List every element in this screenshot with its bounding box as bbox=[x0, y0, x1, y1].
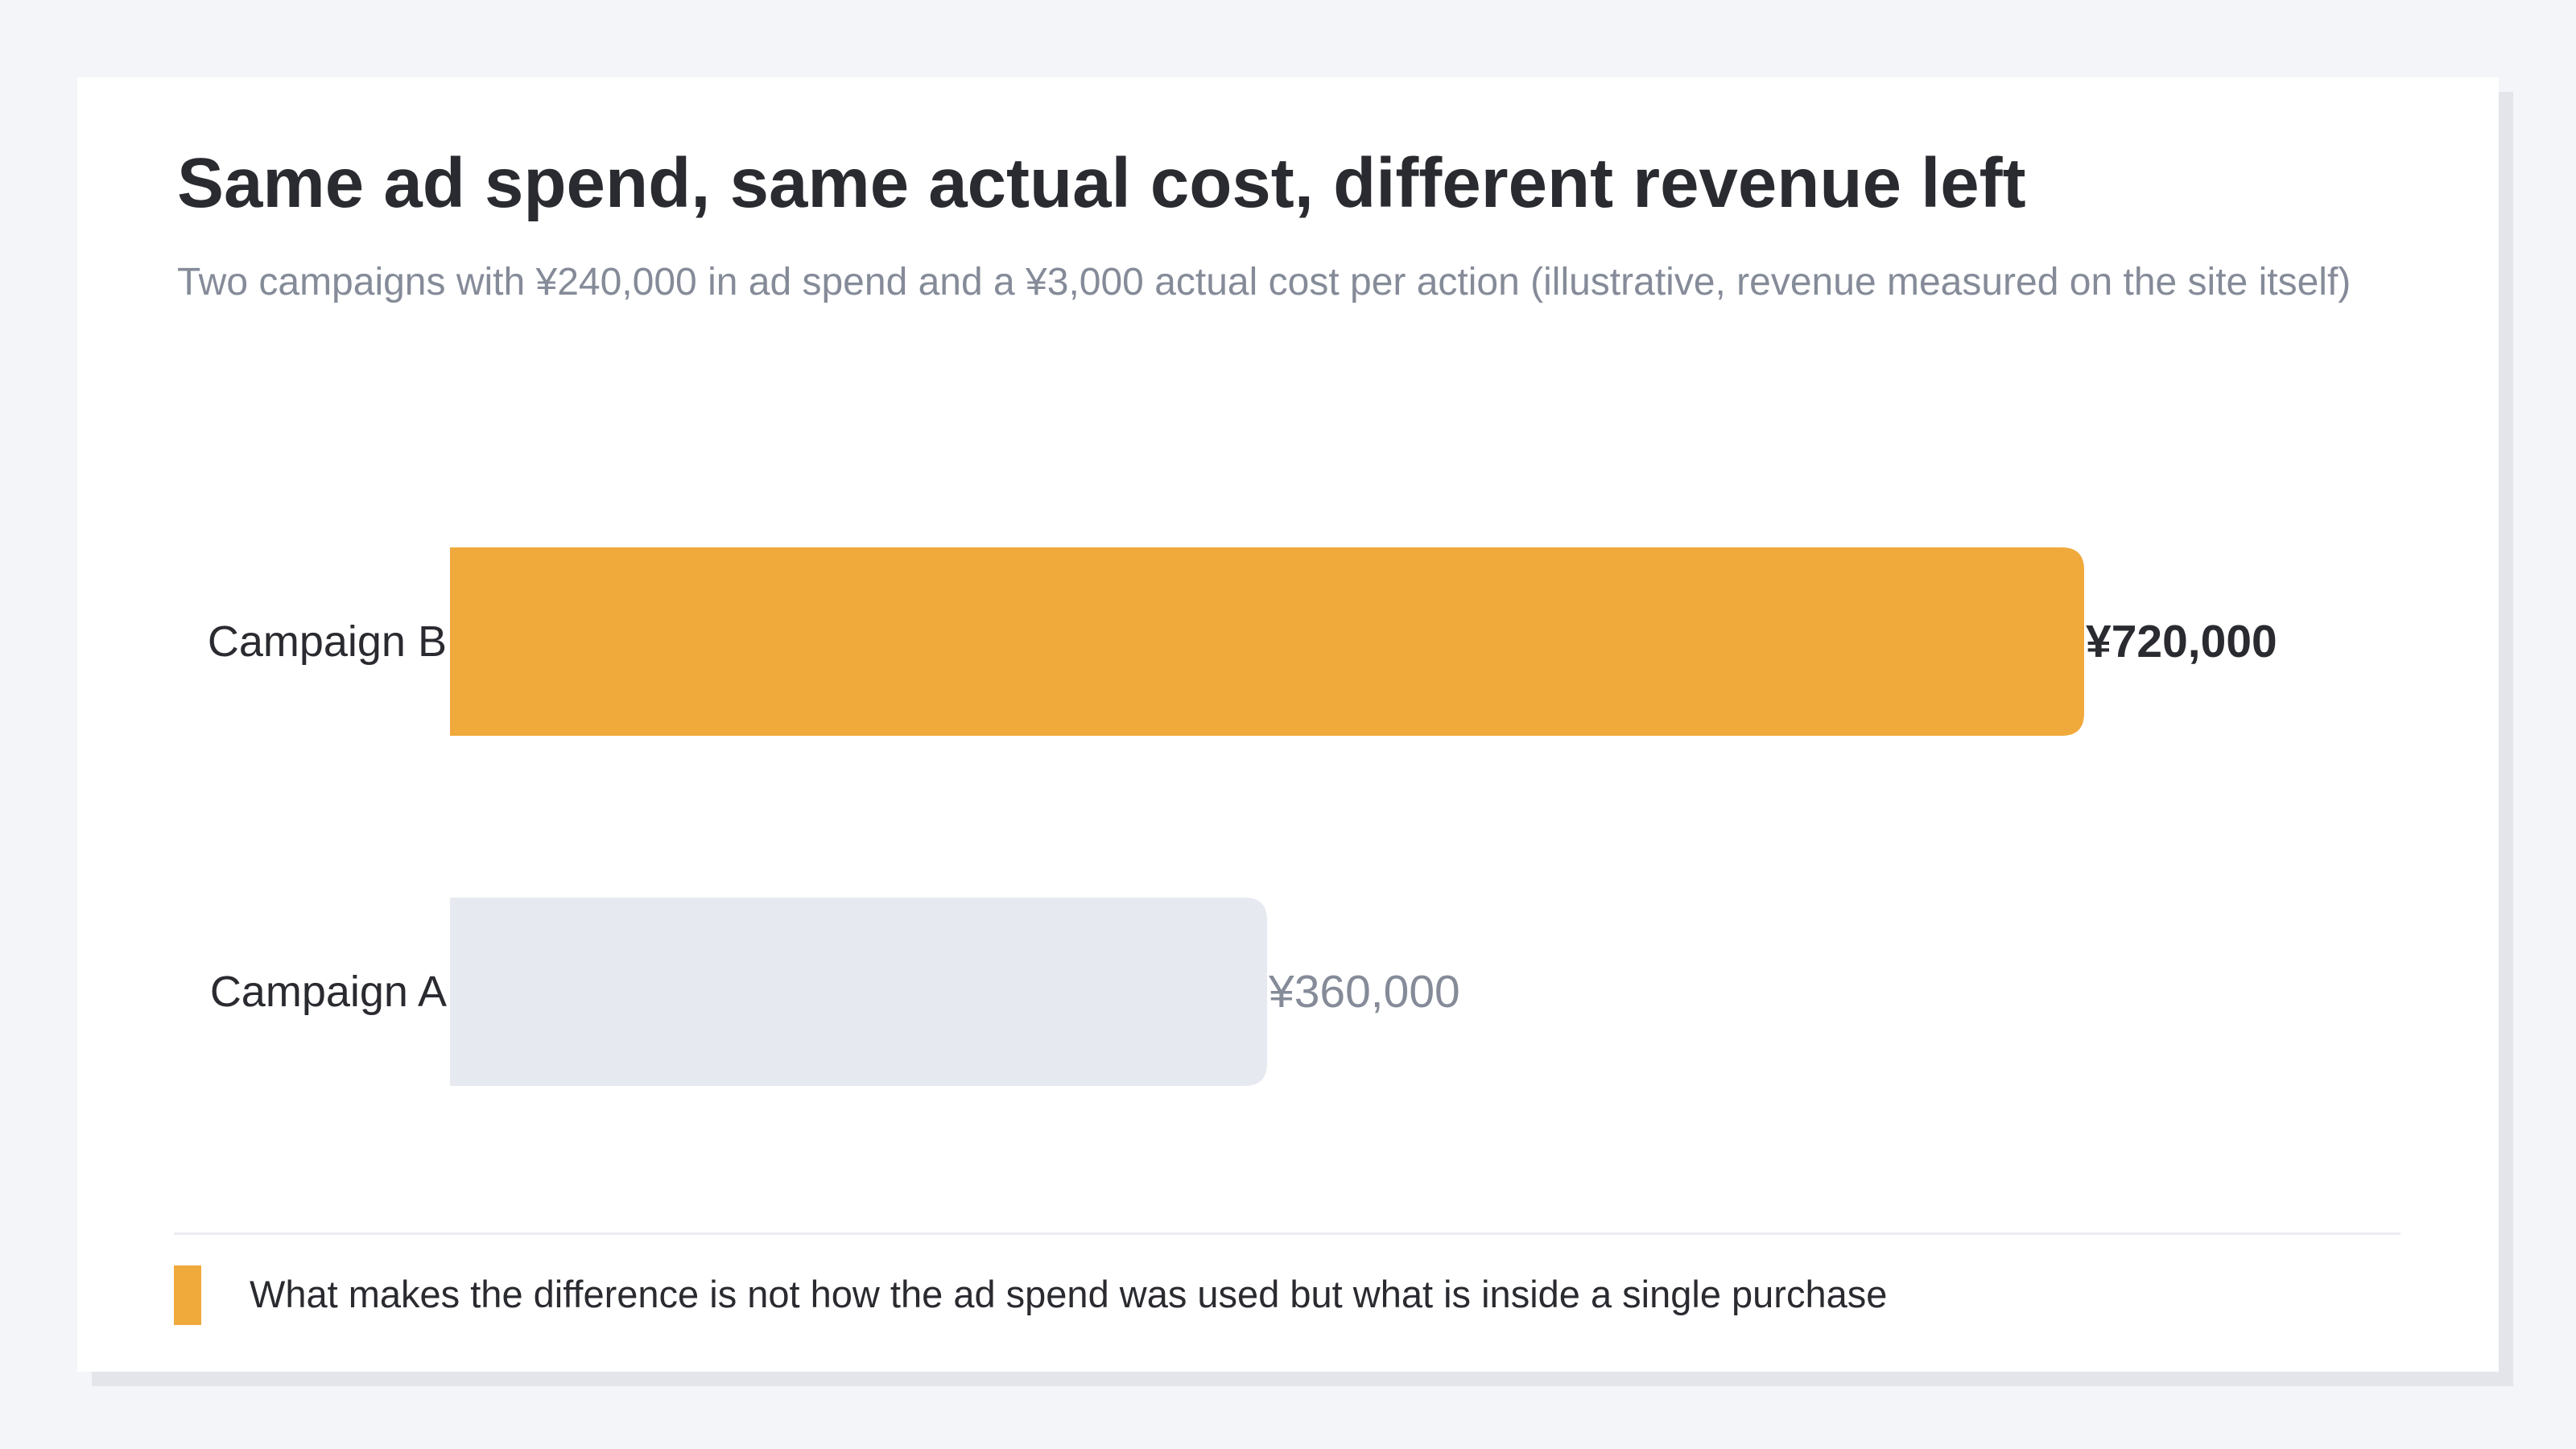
bar-chart: Campaign B ¥720,000 Campaign A ¥360,000 bbox=[208, 547, 2277, 1086]
footnote-text: What makes the difference is not how the… bbox=[250, 1273, 1888, 1315]
chart-card: Same ad spend, same actual cost, differe… bbox=[77, 77, 2499, 1372]
footnote-divider bbox=[174, 1232, 2401, 1235]
bar-campaign-b bbox=[450, 547, 2084, 736]
value-label-campaign-a: ¥360,000 bbox=[1268, 966, 1460, 1018]
footnote-swatch bbox=[174, 1265, 201, 1325]
category-label-campaign-a: Campaign A bbox=[210, 968, 447, 1016]
category-label-campaign-b: Campaign B bbox=[208, 617, 447, 666]
value-label-campaign-b: ¥720,000 bbox=[2086, 616, 2277, 667]
bar-campaign-a bbox=[450, 898, 1267, 1086]
